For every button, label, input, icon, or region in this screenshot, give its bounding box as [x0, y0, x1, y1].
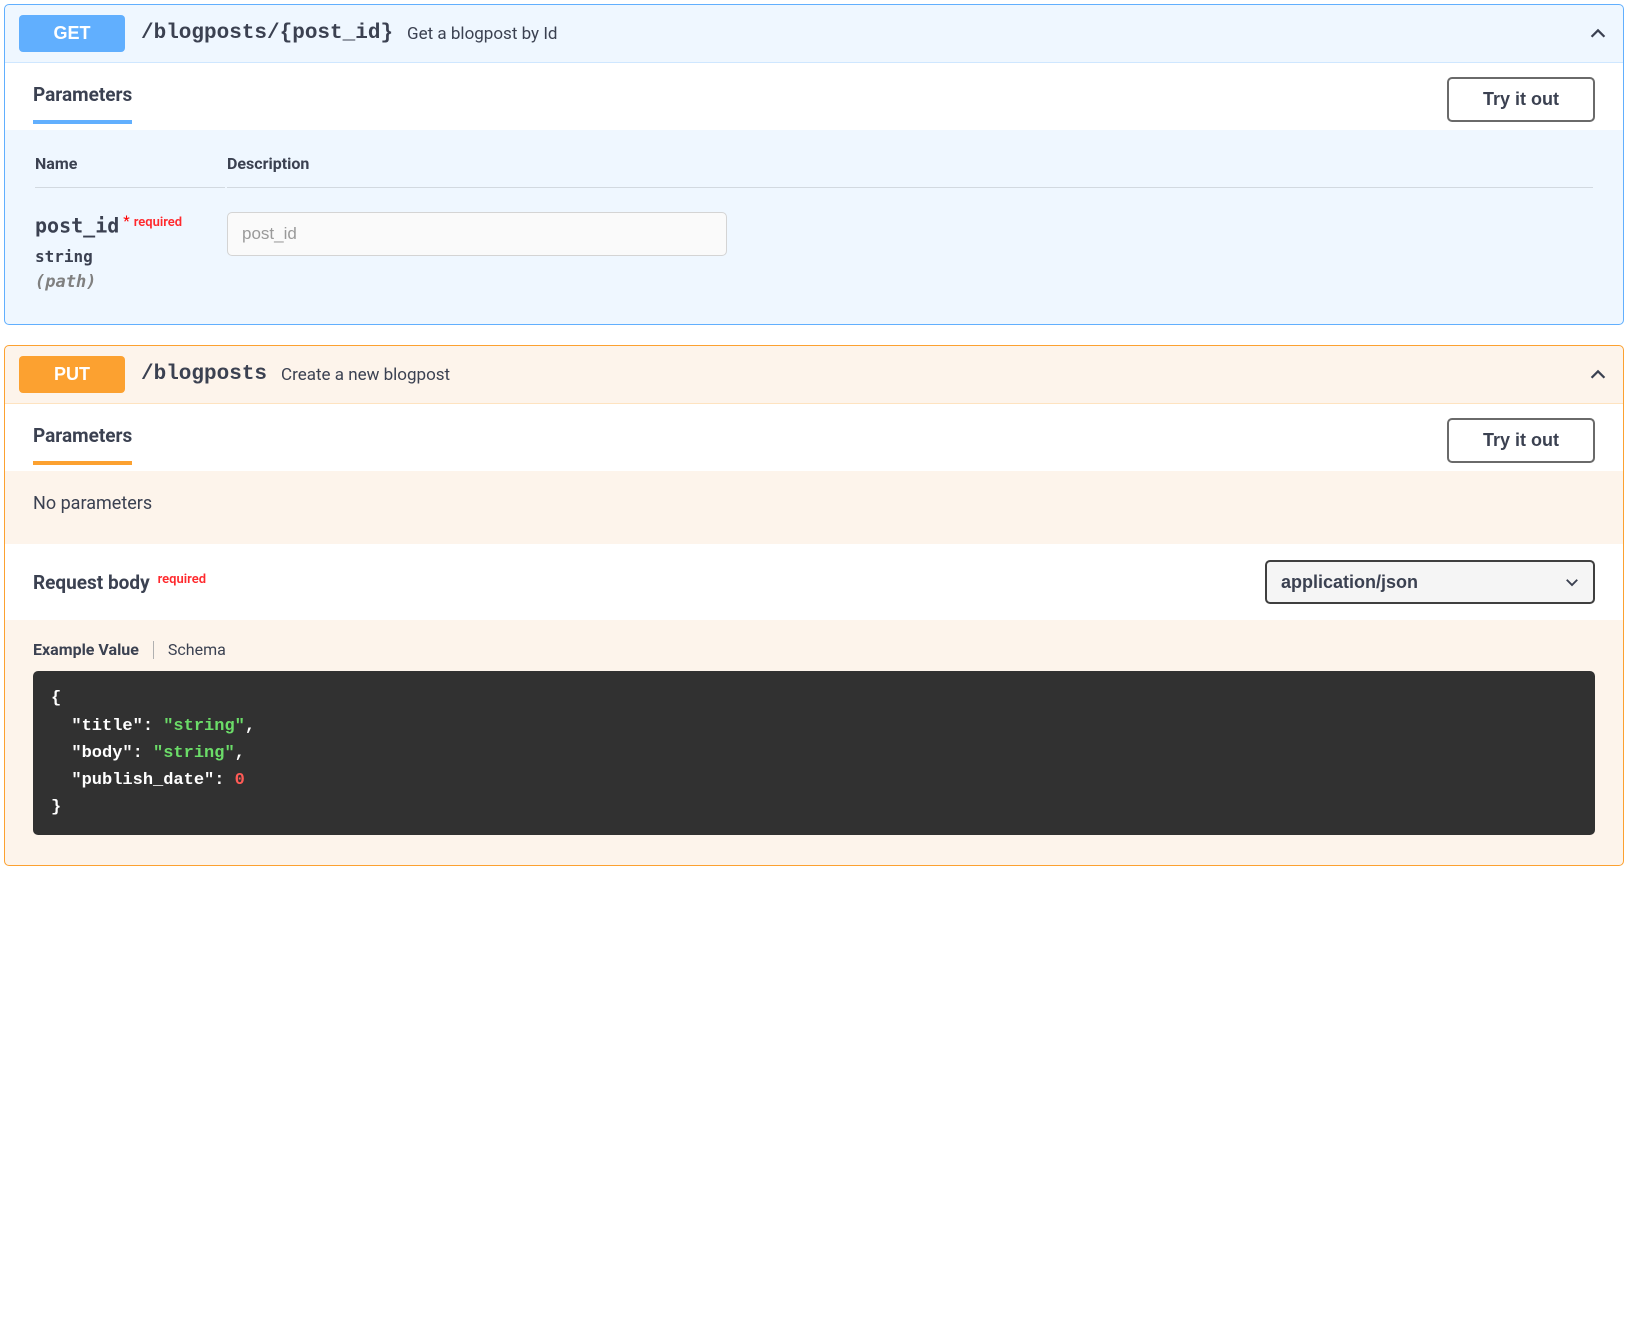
code-token: : — [214, 771, 234, 790]
param-in: (path) — [35, 272, 225, 292]
example-code-block[interactable]: { "title": "string", "body": "string", "… — [33, 671, 1595, 835]
code-token: "publish_date" — [71, 771, 214, 790]
endpoint-path-get: /blogposts/{post_id} — [141, 22, 393, 45]
code-token: } — [51, 798, 61, 817]
parameters-table-get: Name Description post_id * required stri… — [33, 152, 1595, 294]
request-body-bar: Request body required application/json — [5, 544, 1623, 620]
endpoint-summary-put: Create a new blogpost — [281, 365, 1587, 385]
tab-example-value[interactable]: Example Value — [33, 640, 139, 659]
required-label: required — [134, 215, 182, 230]
endpoint-put: PUT /blogposts Create a new blogpost Par… — [4, 345, 1624, 866]
endpoint-summary-get: Get a blogpost by Id — [407, 24, 1587, 44]
code-token: "string" — [153, 744, 235, 763]
method-badge-get: GET — [19, 15, 125, 52]
no-parameters-text: No parameters — [33, 493, 1595, 514]
endpoint-header-put[interactable]: PUT /blogposts Create a new blogpost — [5, 346, 1623, 403]
endpoint-get: GET /blogposts/{post_id} Get a blogpost … — [4, 4, 1624, 325]
endpoint-path-put: /blogposts — [141, 363, 267, 386]
content-type-select-wrap: application/json — [1265, 560, 1595, 604]
code-token: "title" — [71, 717, 142, 736]
param-name: post_id — [35, 213, 119, 237]
code-token: 0 — [235, 771, 245, 790]
code-token: , — [235, 744, 245, 763]
chevron-up-icon — [1587, 364, 1609, 386]
example-tabs: Example Value Schema — [33, 640, 1595, 659]
table-row: post_id * required string (path) — [35, 190, 1593, 292]
parameters-body-put: No parameters — [5, 471, 1623, 544]
method-badge-put: PUT — [19, 356, 125, 393]
content-type-select[interactable]: application/json — [1265, 560, 1595, 604]
post-id-input[interactable] — [227, 212, 727, 256]
col-name-header: Name — [35, 154, 225, 188]
request-body-body: Example Value Schema { "title": "string"… — [5, 620, 1623, 865]
try-it-out-button-put[interactable]: Try it out — [1447, 418, 1595, 463]
parameters-section-bar-get: Parameters Try it out — [5, 62, 1623, 130]
code-token: { — [51, 689, 61, 708]
code-token: , — [245, 717, 255, 736]
parameters-heading-put: Parameters — [33, 424, 132, 465]
endpoint-header-get[interactable]: GET /blogposts/{post_id} Get a blogpost … — [5, 5, 1623, 62]
tab-separator — [153, 641, 154, 659]
request-body-required-label: required — [158, 572, 206, 587]
col-description-header: Description — [227, 154, 1593, 188]
try-it-out-button-get[interactable]: Try it out — [1447, 77, 1595, 122]
code-token: "body" — [71, 744, 132, 763]
code-token: : — [133, 744, 153, 763]
tab-schema[interactable]: Schema — [168, 640, 226, 659]
parameters-body-get: Name Description post_id * required stri… — [5, 130, 1623, 324]
code-token: : — [143, 717, 163, 736]
param-type: string — [35, 247, 225, 266]
code-token: "string" — [163, 717, 245, 736]
parameters-section-bar-put: Parameters Try it out — [5, 403, 1623, 471]
chevron-up-icon — [1587, 23, 1609, 45]
request-body-heading: Request body — [33, 571, 150, 594]
required-star-icon: * — [123, 212, 129, 230]
parameters-heading-get: Parameters — [33, 83, 132, 124]
